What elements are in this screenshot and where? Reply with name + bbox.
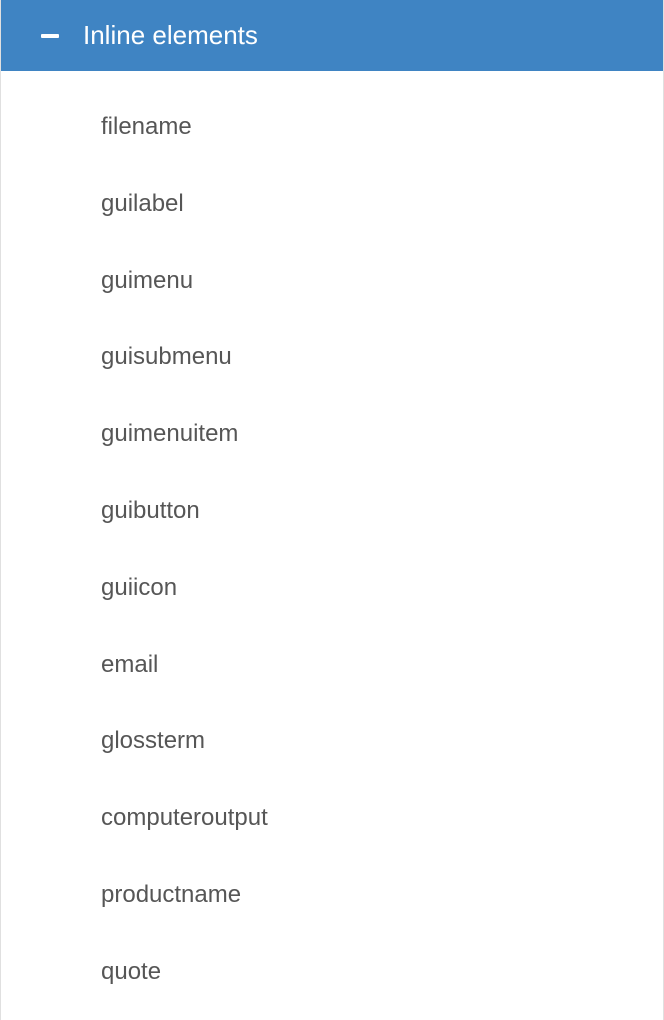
list-item[interactable]: guimenu xyxy=(1,243,663,320)
panel-body: filename guilabel guimenu guisubmenu gui… xyxy=(1,71,663,1011)
list-item[interactable]: guisubmenu xyxy=(1,319,663,396)
list-item[interactable]: quote xyxy=(1,934,663,1011)
list-item[interactable]: glossterm xyxy=(1,703,663,780)
minus-icon xyxy=(41,34,59,38)
list-item[interactable]: computeroutput xyxy=(1,780,663,857)
list-item[interactable]: guimenuitem xyxy=(1,396,663,473)
collapsible-panel: Inline elements filename guilabel guimen… xyxy=(0,0,664,1020)
list-item[interactable]: guibutton xyxy=(1,473,663,550)
list-item[interactable]: productname xyxy=(1,857,663,934)
panel-header[interactable]: Inline elements xyxy=(1,0,663,71)
list-item[interactable]: guilabel xyxy=(1,166,663,243)
list-item[interactable]: filename xyxy=(1,89,663,166)
list-item[interactable]: email xyxy=(1,627,663,704)
list-item[interactable]: guiicon xyxy=(1,550,663,627)
panel-title: Inline elements xyxy=(83,20,258,51)
